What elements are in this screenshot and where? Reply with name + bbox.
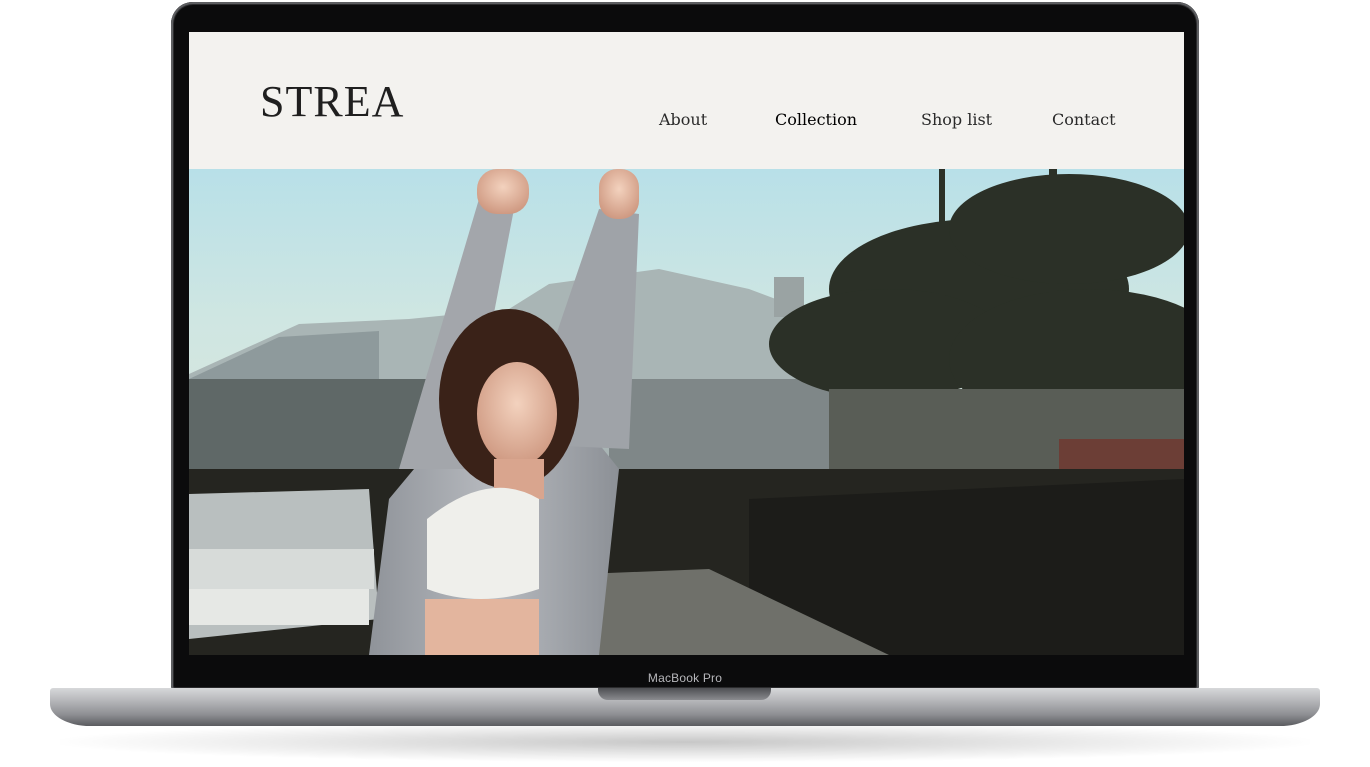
nav-link-contact[interactable]: Contact [1052, 108, 1116, 132]
laptop-shadow [60, 722, 1310, 762]
nav-link-about[interactable]: About [659, 108, 707, 132]
site-header: STREA About Collection Shop list Contact [189, 32, 1184, 169]
nav-link-shop-list[interactable]: Shop list [921, 108, 992, 132]
nav-link-collection[interactable]: Collection [775, 108, 857, 132]
hero-image [189, 169, 1184, 655]
hero-photo [189, 169, 1184, 655]
laptop-base-notch [598, 688, 771, 700]
device-label: MacBook Pro [647, 671, 723, 685]
main-nav: About Collection Shop list Contact [189, 108, 1184, 132]
laptop-screen: STREA About Collection Shop list Contact [189, 32, 1184, 655]
